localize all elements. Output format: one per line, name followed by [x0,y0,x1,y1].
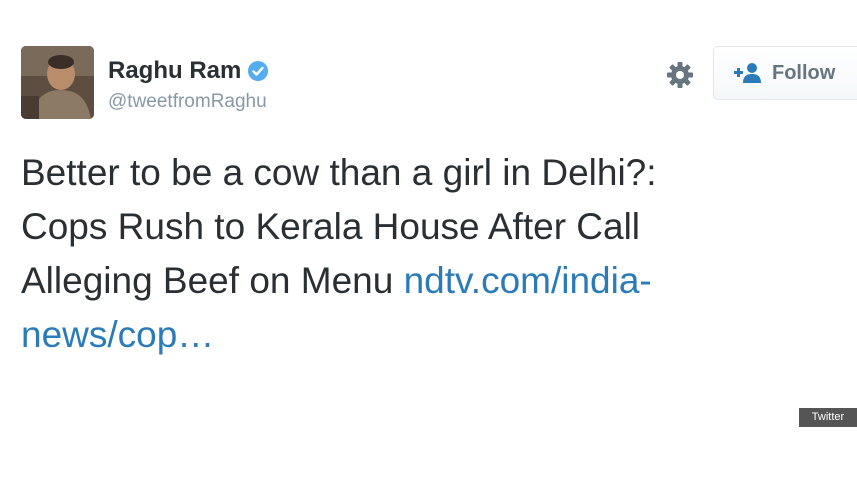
image-credit-label: Twitter [799,408,857,427]
user-handle[interactable]: @tweetfromRaghu [108,91,267,113]
tweet-line: Cops Rush to Kerala House After Call [21,206,641,247]
display-name[interactable]: Raghu Ram [108,57,241,85]
verified-badge-icon [247,60,269,82]
name-row: Raghu Ram [108,56,269,86]
tweet-link-continued[interactable]: news/cop… [21,314,214,355]
profile-photo [21,46,94,119]
tweet-line: Alleging Beef on Menu ndtv.com/india- [21,254,841,308]
avatar[interactable] [21,46,94,119]
tweet-line: Better to be a cow than a girl in Delhi?… [21,152,657,193]
follow-label: Follow [772,61,836,84]
tweet-text: Better to be a cow than a girl in Delhi?… [21,146,841,362]
tweet-line: news/cop… [21,308,841,362]
gear-icon[interactable] [665,60,695,90]
tweet-link[interactable]: ndtv.com/india- [404,260,652,301]
follow-button[interactable]: Follow [713,46,857,100]
tweet-line-text: Alleging Beef on Menu [21,260,404,301]
add-user-icon [734,62,762,84]
